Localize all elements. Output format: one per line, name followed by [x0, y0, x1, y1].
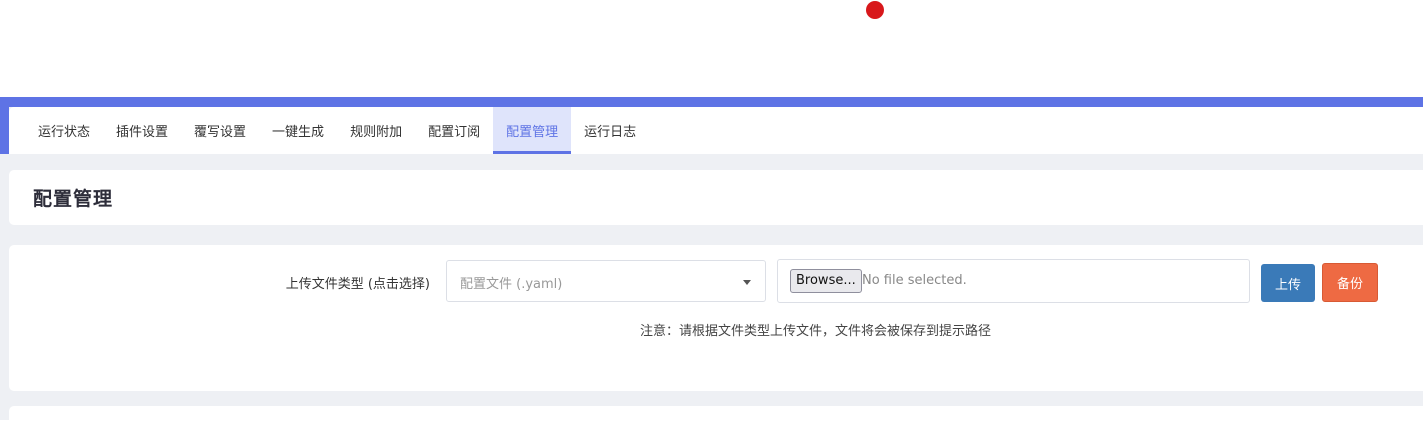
- file-type-select-value: 配置文件 (.yaml): [460, 277, 563, 292]
- browse-button[interactable]: Browse...: [790, 269, 862, 293]
- next-card: [9, 406, 1423, 426]
- title-card: 配置管理: [9, 170, 1423, 225]
- file-type-label: 上传文件类型 (点击选择): [285, 277, 430, 292]
- tab-override-settings[interactable]: 覆写设置: [181, 107, 259, 154]
- file-input[interactable]: Browse... No file selected.: [777, 259, 1250, 303]
- tab-status[interactable]: 运行状态: [25, 107, 103, 154]
- tab-config-subscription[interactable]: 配置订阅: [415, 107, 493, 154]
- upload-form-card: 上传文件类型 (点击选择) 配置文件 (.yaml) Browse... No …: [9, 245, 1423, 391]
- accent-strip: [0, 97, 1423, 107]
- top-blank-area: [0, 0, 1423, 97]
- status-dot-icon: [866, 1, 884, 19]
- upload-button[interactable]: 上传: [1261, 264, 1315, 302]
- file-status-text: No file selected.: [862, 273, 967, 288]
- accent-side: [0, 97, 9, 154]
- upload-note: 注意：请根据文件类型上传文件，文件将会被保存到提示路径: [640, 324, 992, 339]
- tab-one-click-generate[interactable]: 一键生成: [259, 107, 337, 154]
- page-title: 配置管理: [33, 188, 114, 210]
- tab-plugin-settings[interactable]: 插件设置: [103, 107, 181, 154]
- tab-config-management[interactable]: 配置管理: [493, 107, 572, 154]
- caret-down-icon: [743, 280, 751, 285]
- backup-button[interactable]: 备份: [1322, 263, 1378, 302]
- file-type-select[interactable]: 配置文件 (.yaml): [446, 260, 766, 302]
- tab-run-log[interactable]: 运行日志: [571, 107, 649, 154]
- tab-rule-append[interactable]: 规则附加: [337, 107, 415, 154]
- tab-bar: 运行状态 插件设置 覆写设置 一键生成 规则附加 配置订阅 配置管理 运行日志: [9, 107, 1423, 154]
